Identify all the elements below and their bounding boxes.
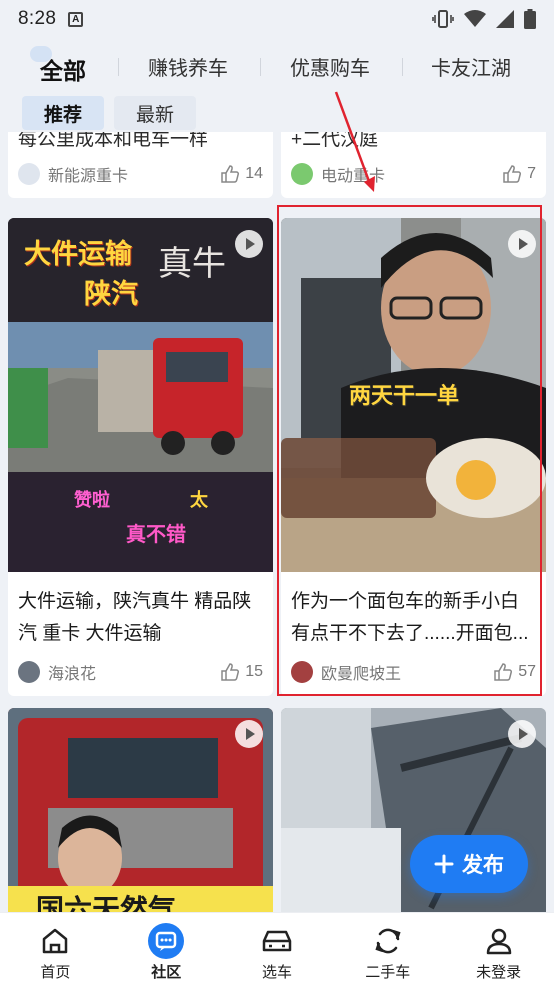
category-tabs: 全部 赚钱养车 优惠购车 卡友江湖 <box>0 44 554 90</box>
truck-video-frame <box>8 708 273 912</box>
overlay-brand: 真牛 <box>158 244 226 284</box>
annotation-arrow <box>334 91 375 192</box>
battery-icon <box>524 9 536 29</box>
overlay-caption: 两天干一单 <box>349 383 460 408</box>
author-name: 欧曼爬坡王 <box>321 666 402 683</box>
tab-divider <box>118 58 119 76</box>
nav-community[interactable]: 社区 <box>111 913 222 984</box>
like-count[interactable]: 15 <box>220 662 263 682</box>
overlay-praise: 赞啦 <box>74 490 110 510</box>
author-name: 新能源重卡 <box>48 168 129 185</box>
overlay-text: 大件运输 <box>24 239 132 269</box>
like-count[interactable]: 7 <box>502 164 536 184</box>
home-icon <box>39 923 71 959</box>
feed[interactable]: 每公里成本和电车一样 新能源重卡 14 +二代汉庭 电动重卡 7 大件运输 陕汽… <box>0 132 554 912</box>
overlay-praise: 太 <box>190 490 208 510</box>
wifi-icon <box>464 10 486 27</box>
plus-icon <box>434 854 454 874</box>
community-icon <box>147 923 185 959</box>
nav-home[interactable]: 首页 <box>0 913 111 984</box>
nav-login[interactable]: 未登录 <box>443 913 554 984</box>
post-title: 作为一个面包车的新手小白有点干不下去了......开面包... <box>291 591 529 644</box>
play-icon[interactable] <box>235 230 263 258</box>
play-icon[interactable] <box>508 230 536 258</box>
status-time: 8:28 <box>18 8 57 29</box>
nav-label: 二手车 <box>365 964 411 981</box>
tab-all[interactable]: 全部 <box>40 52 86 86</box>
play-icon[interactable] <box>508 720 536 748</box>
publish-button[interactable]: 发布 <box>410 835 528 893</box>
publish-label: 发布 <box>462 854 504 877</box>
post-card[interactable]: +二代汉庭 电动重卡 7 <box>281 132 546 198</box>
play-icon[interactable] <box>235 720 263 748</box>
post-title: 大件运输，陕汽真牛 精品陕汽 重卡 大件运输 <box>18 591 252 644</box>
post-thumbnail: 国六天然气 <box>8 708 273 912</box>
post-card[interactable]: 两天干一单 作为一个面包车的新手小白有点干不下去了......开面包... 欧曼… <box>281 218 546 696</box>
post-title: 每公里成本和电车一样 <box>18 132 209 150</box>
post-meta: 新能源重卡 14 <box>18 162 263 186</box>
overlay-text: 国六天然气 <box>36 894 177 912</box>
avatar <box>291 661 313 683</box>
status-icons <box>432 9 536 29</box>
thumbs-up-icon <box>221 663 240 681</box>
tab-deals[interactable]: 优惠购车 <box>290 52 370 81</box>
overlay-text: 陕汽 <box>84 279 138 309</box>
tab-divider <box>402 58 403 76</box>
post-meta: 海浪花 15 <box>18 660 263 684</box>
nav-label: 首页 <box>40 964 71 981</box>
nav-label: 未登录 <box>476 964 522 981</box>
car-icon <box>260 923 294 959</box>
signal-icon <box>496 10 514 28</box>
post-meta: 电动重卡 7 <box>291 162 536 186</box>
post-title: +二代汉庭 <box>291 132 379 150</box>
post-card[interactable]: 大件运输 陕汽 真牛 赞啦 真不错 太 大件运输，陕汽真牛 精品陕汽 重卡 大件… <box>8 218 273 696</box>
avatar <box>18 163 40 185</box>
avatar <box>291 163 313 185</box>
post-thumbnail: 大件运输 陕汽 真牛 赞啦 真不错 太 <box>8 218 273 572</box>
sub-tabs: 推荐 最新 <box>22 96 197 130</box>
tab-jianghu[interactable]: 卡友江湖 <box>431 52 511 81</box>
thumbs-up-icon <box>503 165 522 183</box>
like-count[interactable]: 14 <box>220 164 263 184</box>
author-name: 海浪花 <box>48 666 97 683</box>
nav-label: 社区 <box>151 964 182 981</box>
overlay-praise: 真不错 <box>126 524 186 546</box>
nav-label: 选车 <box>261 964 292 981</box>
subtab-latest[interactable]: 最新 <box>114 96 197 130</box>
status-bar: 8:28 A <box>0 0 554 38</box>
nav-used-car[interactable]: 二手车 <box>332 913 443 984</box>
post-card[interactable]: 每公里成本和电车一样 新能源重卡 14 <box>8 132 273 198</box>
tab-earn[interactable]: 赚钱养车 <box>148 52 228 81</box>
refresh-icon <box>372 923 404 959</box>
notification-icon: A <box>68 11 84 27</box>
thumbs-up-icon <box>494 663 513 681</box>
post-thumbnail: 两天干一单 <box>281 218 546 572</box>
bottom-nav: 首页 社区 选车 二手车 未登录 <box>0 912 554 984</box>
post-card[interactable]: 国六天然气 <box>8 708 273 912</box>
thumbs-up-icon <box>221 165 240 183</box>
vibrate-icon <box>432 10 454 28</box>
avatar <box>18 661 40 683</box>
user-icon <box>483 923 515 959</box>
tab-divider <box>260 58 261 76</box>
subtab-recommend[interactable]: 推荐 <box>22 96 105 130</box>
post-meta: 欧曼爬坡王 57 <box>291 660 536 684</box>
like-count[interactable]: 57 <box>493 662 536 682</box>
nav-select-car[interactable]: 选车 <box>222 913 333 984</box>
